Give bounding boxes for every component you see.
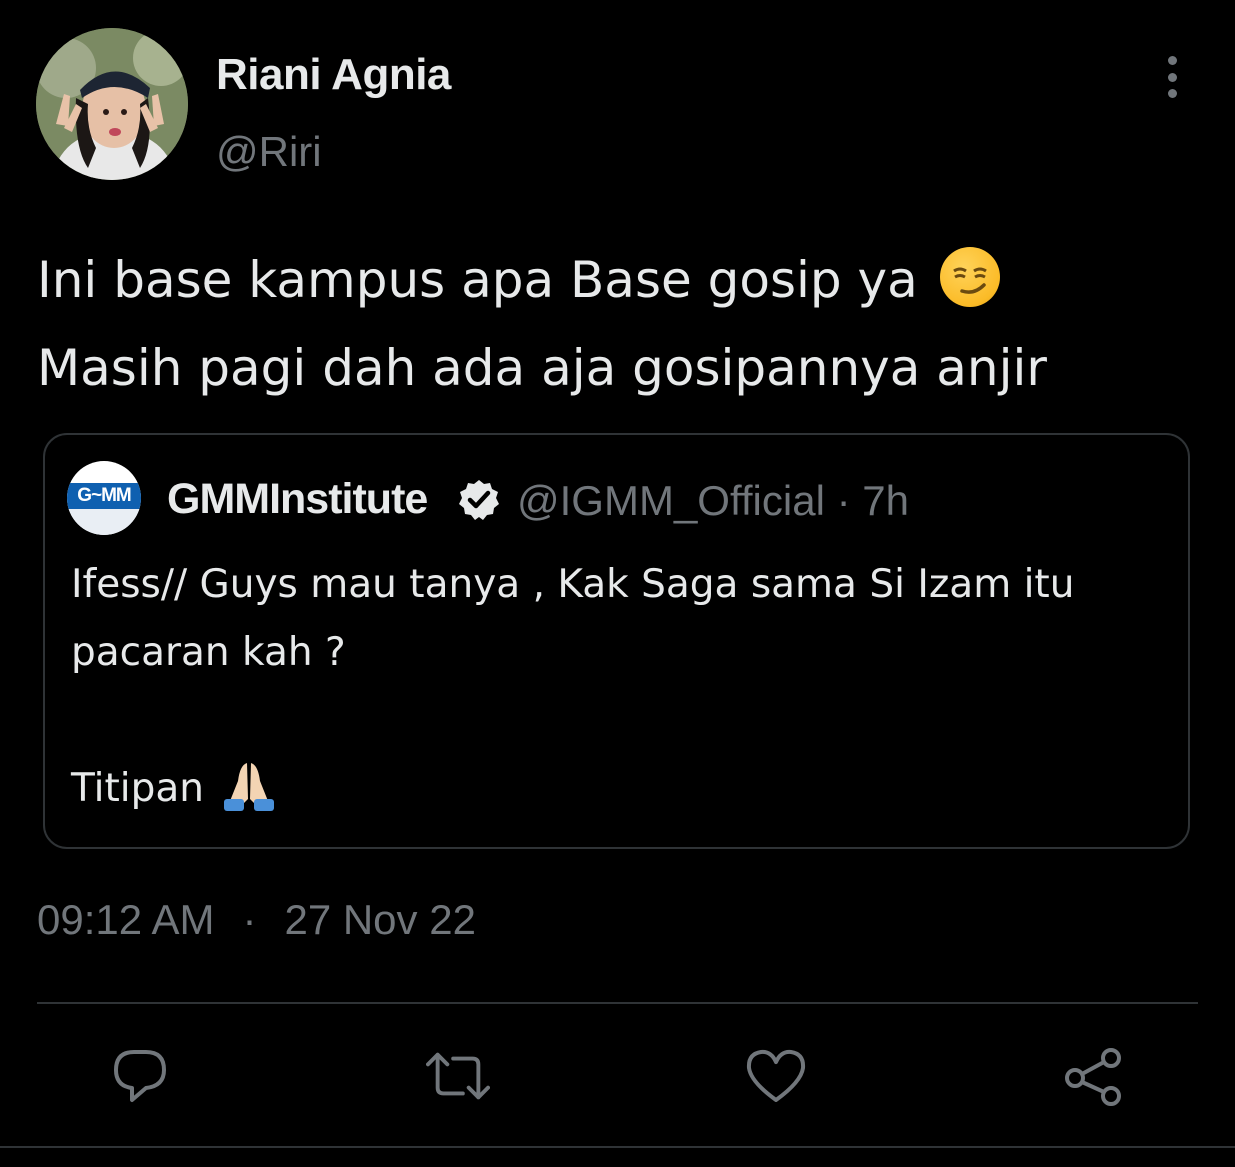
tweet-date: 27 Nov 22 — [284, 896, 476, 943]
tweet-text-line1: Ini base kampus apa Base gosip ya — [37, 251, 918, 309]
reply-icon — [114, 1050, 166, 1102]
divider — [37, 1002, 1198, 1004]
avatar-photo — [36, 28, 188, 180]
folded-hands-emoji-icon — [224, 763, 275, 811]
reply-button[interactable] — [108, 1044, 172, 1108]
like-icon — [746, 1049, 806, 1102]
quoted-tweet-text: Ifess// Guys mau tanya , Kak Saga sama S… — [71, 551, 1171, 823]
retweet-icon — [426, 1052, 490, 1100]
quoted-time-ago: · 7h — [836, 477, 909, 524]
divider-bottom — [0, 1146, 1235, 1148]
verified-badge-icon — [459, 480, 499, 520]
share-icon — [1065, 1048, 1121, 1106]
like-button[interactable] — [744, 1044, 808, 1108]
quoted-author-avatar[interactable]: G~MM — [67, 461, 141, 535]
quoted-meta: @IGMM_Official · 7h — [517, 477, 909, 525]
timestamp-separator: · — [242, 896, 257, 943]
tweet-text: Ini base kampus apa Base gosip ya Masih … — [37, 236, 1197, 412]
author-handle[interactable]: @Riri — [216, 128, 322, 176]
retweet-button[interactable] — [426, 1044, 490, 1108]
quoted-author-display-name[interactable]: GMMInstitute — [167, 475, 428, 524]
author-avatar[interactable] — [36, 28, 188, 180]
tweet-timestamp[interactable]: 09:12 AM · 27 Nov 22 — [37, 896, 476, 944]
share-button[interactable] — [1062, 1044, 1126, 1108]
tweet-time: 09:12 AM — [37, 896, 215, 943]
author-display-name[interactable]: Riani Agnia — [216, 50, 451, 100]
quoted-tweet-card[interactable]: G~MM GMMInstitute @IGMM_Official · 7h If… — [43, 433, 1190, 849]
quoted-author-handle[interactable]: @IGMM_Official — [517, 477, 825, 524]
smirking-face-emoji-icon — [939, 247, 1000, 307]
more-options-icon[interactable] — [1150, 52, 1194, 102]
tweet-text-line2: Masih pagi dah ada aja gosipannya anjir — [37, 339, 1047, 397]
quoted-avatar-logo-text: G~MM — [67, 483, 141, 509]
